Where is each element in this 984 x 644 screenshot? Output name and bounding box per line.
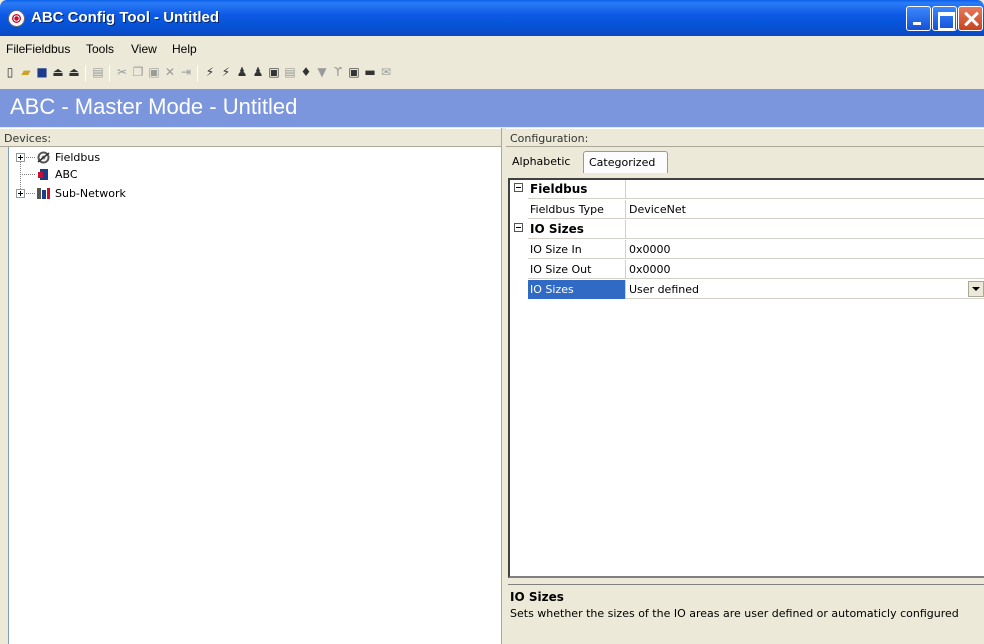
tab-categorized[interactable]: Categorized: [583, 151, 668, 173]
property-row-fieldbus-type[interactable]: Fieldbus Type DeviceNet: [510, 200, 984, 219]
category-label: Fieldbus: [530, 182, 588, 196]
menu-tools[interactable]: Tools: [86, 42, 114, 56]
save-icon[interactable]: ■: [35, 65, 49, 79]
category-row-io-sizes[interactable]: IO Sizes: [510, 220, 984, 239]
monitor-icon[interactable]: ▣: [267, 65, 281, 79]
toolbar-separator: [109, 65, 110, 81]
device-scan-icon[interactable]: ♟: [235, 65, 249, 79]
abc-device-icon: [38, 169, 48, 180]
copy-icon[interactable]: ❐: [131, 65, 145, 79]
property-grid: Fieldbus Fieldbus Type DeviceNet IO Size…: [508, 178, 984, 578]
configuration-header-label: Configuration:: [510, 132, 589, 145]
menu-fieldbus[interactable]: Fieldbus: [25, 42, 70, 56]
tree-node-abc[interactable]: ABC: [9, 166, 129, 183]
properties-icon[interactable]: ▤: [283, 65, 297, 79]
delete-icon[interactable]: ✕: [163, 65, 177, 79]
download-icon[interactable]: ⏏: [67, 65, 81, 79]
description-text: Sets whether the sizes of the IO areas a…: [510, 607, 959, 620]
print-icon[interactable]: ▤: [91, 65, 105, 79]
property-row-io-size-out[interactable]: IO Size Out 0x0000: [510, 260, 984, 279]
property-value: User defined: [629, 283, 699, 296]
category-label: IO Sizes: [530, 222, 584, 236]
window-title: ABC Config Tool - Untitled: [31, 9, 220, 26]
property-value: 0x0000: [629, 243, 671, 256]
description-title: IO Sizes: [510, 590, 564, 604]
toolbar-separator: [85, 65, 86, 81]
menu-help[interactable]: Help: [172, 42, 197, 56]
property-name: Fieldbus Type: [530, 203, 604, 216]
maximize-button[interactable]: [932, 6, 957, 31]
minimize-button[interactable]: [906, 6, 931, 31]
devices-header-label: Devices:: [4, 132, 52, 145]
tree-node-label: Fieldbus: [55, 151, 101, 164]
collapse-icon[interactable]: [514, 183, 523, 192]
tab-alphabetic[interactable]: Alphabetic: [507, 151, 583, 173]
io-sizes-select[interactable]: User defined: [627, 280, 984, 299]
menu-view[interactable]: View: [131, 42, 157, 56]
app-logo-icon[interactable]: [8, 10, 25, 27]
close-button[interactable]: [958, 6, 983, 31]
network-icon[interactable]: ♦: [299, 65, 313, 79]
pane-splitter[interactable]: [501, 128, 506, 644]
expand-icon[interactable]: [16, 189, 25, 198]
tab-label: Categorized: [589, 156, 656, 169]
menu-file[interactable]: File: [6, 42, 25, 56]
device-list-icon[interactable]: ♟: [251, 65, 265, 79]
property-name: IO Sizes: [530, 283, 574, 296]
upload-icon[interactable]: ⏏: [51, 65, 65, 79]
toolbar-separator: [197, 65, 198, 81]
new-file-icon[interactable]: ▯: [3, 65, 17, 79]
tree-node-label: Sub-Network: [55, 187, 126, 200]
mode-banner: ABC - Master Mode - Untitled: [0, 89, 984, 127]
property-row-io-sizes[interactable]: IO Sizes User defined: [510, 280, 984, 299]
disconnect-icon[interactable]: ⚡: [219, 65, 233, 79]
connect-icon[interactable]: ⚡: [203, 65, 217, 79]
cut-icon[interactable]: ✂: [115, 65, 129, 79]
collapse-icon[interactable]: [514, 223, 523, 232]
property-value: DeviceNet: [629, 203, 686, 216]
antenna-icon[interactable]: ϒ: [331, 65, 345, 79]
sub-network-icon: [37, 188, 50, 199]
property-name: IO Size In: [530, 243, 582, 256]
module-icon[interactable]: ▬: [363, 65, 377, 79]
configuration-header: Configuration:: [506, 128, 984, 147]
tree-node-fieldbus[interactable]: Fieldbus: [9, 149, 129, 166]
filter-icon[interactable]: ▼: [315, 65, 329, 79]
title-bar: ABC Config Tool - Untitled: [0, 0, 984, 36]
tree-node-label: ABC: [55, 168, 78, 181]
paste-icon[interactable]: ▣: [147, 65, 161, 79]
category-row-fieldbus[interactable]: Fieldbus: [510, 180, 984, 199]
dropdown-arrow-icon[interactable]: [968, 281, 984, 297]
property-name: IO Size Out: [530, 263, 592, 276]
devices-header: Devices:: [0, 128, 501, 147]
insert-icon[interactable]: ⇥: [179, 65, 193, 79]
tree-node-sub-network[interactable]: Sub-Network: [9, 185, 149, 202]
open-folder-icon[interactable]: ▰: [19, 65, 33, 79]
description-panel: IO Sizes Sets whether the sizes of the I…: [508, 584, 984, 644]
fieldbus-icon: [37, 151, 50, 164]
expand-icon[interactable]: [16, 153, 25, 162]
property-value: 0x0000: [629, 263, 671, 276]
message-icon[interactable]: ✉: [379, 65, 393, 79]
toolbar: ▯ ▰ ■ ⏏ ⏏ ▤ ✂ ❐ ▣ ✕ ⇥ ⚡ ⚡ ♟ ♟ ▣ ▤ ♦ ▼ ϒ …: [0, 60, 984, 86]
menu-bar: File Fieldbus Tools View Help: [0, 36, 984, 60]
mode-banner-text: ABC - Master Mode - Untitled: [10, 94, 298, 119]
property-row-io-size-in[interactable]: IO Size In 0x0000: [510, 240, 984, 259]
device-tree[interactable]: Fieldbus ABC Sub-Network: [8, 147, 501, 644]
tab-label: Alphabetic: [512, 155, 571, 168]
terminal-icon[interactable]: ▣: [347, 65, 361, 79]
